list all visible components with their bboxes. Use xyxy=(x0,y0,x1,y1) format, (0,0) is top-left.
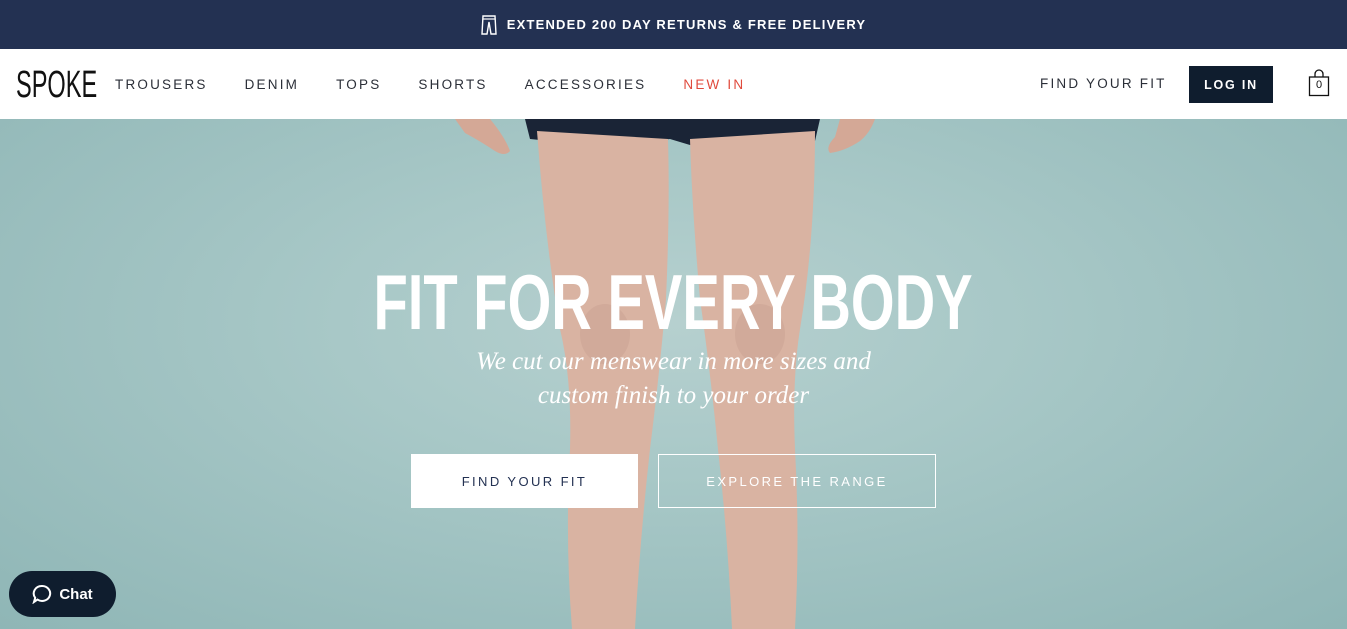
main-nav: SPOKE TROUSERS DENIM TOPS SHORTS ACCESSO… xyxy=(0,49,1347,119)
nav-link-trousers[interactable]: TROUSERS xyxy=(115,77,208,92)
nav-link-new-in[interactable]: NEW IN xyxy=(683,77,745,92)
bag-count: 0 xyxy=(1315,79,1323,91)
chat-button[interactable]: Chat xyxy=(9,571,116,617)
nav-link-tops[interactable]: TOPS xyxy=(336,77,381,92)
hero-subline-line-1: We cut our menswear in more sizes and xyxy=(476,348,871,375)
hero-headline: FIT FOR EVERY BODY xyxy=(373,258,974,346)
logo[interactable]: SPOKE xyxy=(16,66,97,104)
trousers-icon xyxy=(480,14,497,35)
promo-text: EXTENDED 200 DAY RETURNS & FREE DELIVERY xyxy=(506,17,867,32)
shopping-bag-button[interactable]: 0 xyxy=(1308,69,1330,97)
hero-subline: We cut our menswear in more sizes and cu… xyxy=(0,345,1347,413)
promo-bar: EXTENDED 200 DAY RETURNS & FREE DELIVERY xyxy=(0,0,1347,49)
nav-link-accessories[interactable]: ACCESSORIES xyxy=(525,77,647,92)
find-your-fit-link[interactable]: FIND YOUR FIT xyxy=(1040,76,1167,91)
hero-banner: FIT FOR EVERY BODY We cut our menswear i… xyxy=(0,119,1347,629)
nav-link-denim[interactable]: DENIM xyxy=(245,77,300,92)
nav-links: TROUSERS DENIM TOPS SHORTS ACCESSORIES N… xyxy=(115,49,782,119)
login-button[interactable]: LOG IN xyxy=(1189,66,1273,103)
chat-bubble-icon xyxy=(32,584,52,604)
find-your-fit-button[interactable]: FIND YOUR FIT xyxy=(411,454,638,508)
nav-link-shorts[interactable]: SHORTS xyxy=(418,77,487,92)
explore-range-button[interactable]: EXPLORE THE RANGE xyxy=(658,454,936,508)
chat-label: Chat xyxy=(59,585,93,603)
hero-subline-line-2: custom finish to your order xyxy=(537,382,810,409)
